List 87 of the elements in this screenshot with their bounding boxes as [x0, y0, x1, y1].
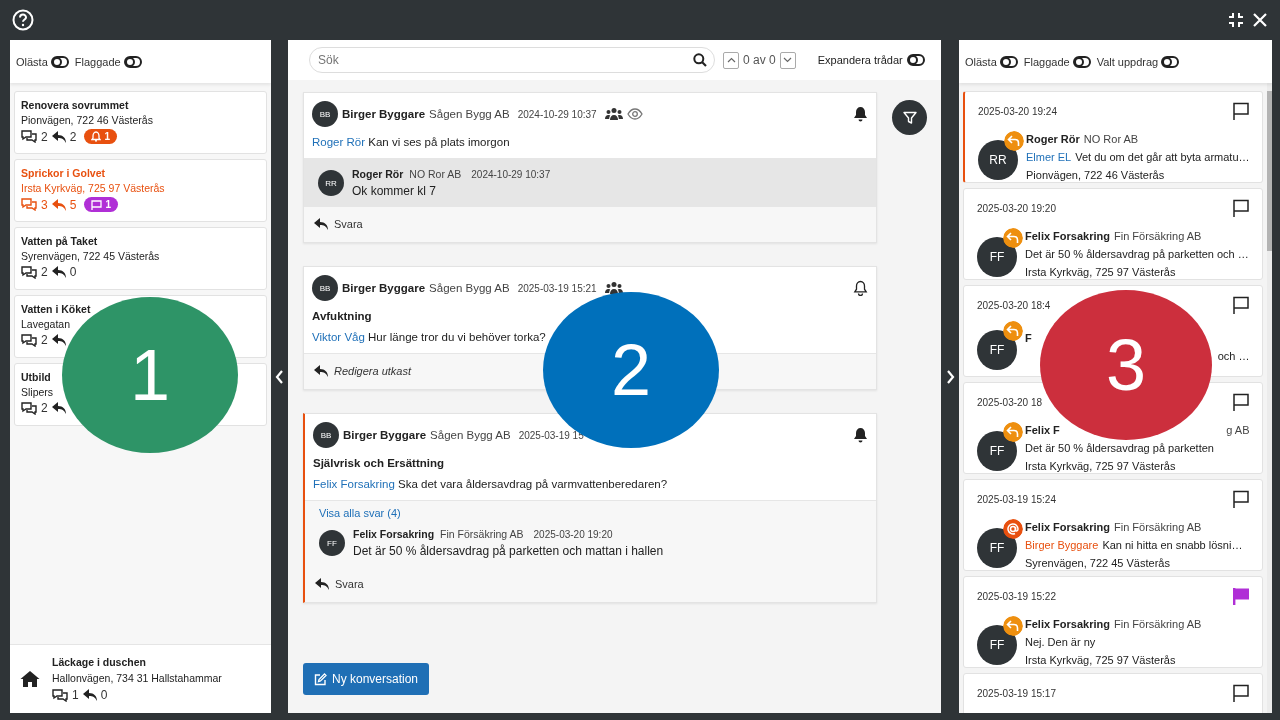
- company-name: Fin Försäkring AB: [1114, 229, 1202, 244]
- thread-subject: Avfuktning: [312, 310, 373, 322]
- reply-count: 5: [69, 197, 77, 212]
- company-name: Fin Försäkring AB: [1114, 617, 1202, 632]
- author-name: Felix Forsakring: [353, 528, 435, 540]
- timestamp: 2025-03-20 18: [977, 396, 1043, 408]
- company-name: Fin Försäkring AB: [1114, 520, 1202, 535]
- timestamp: 2025-03-20 19:20: [533, 529, 613, 540]
- avatar: RR: [318, 170, 344, 196]
- author-name: Felix Forsakring: [1025, 229, 1110, 244]
- case-address: Irsta Kyrkväg, 725 97 Västerås: [1025, 265, 1177, 280]
- filter-label: Expandera trådar: [817, 54, 903, 66]
- author-name: Felix Forsakring: [1025, 617, 1110, 632]
- case-title: Läckage i duschen: [52, 656, 147, 668]
- author-name: Birger Byggare: [342, 108, 426, 120]
- message-text: Nej. Den är ny: [1025, 635, 1096, 650]
- company-name: NO Ror AB: [1083, 132, 1139, 147]
- case-address: Pionvägen, 722 46 Västerås: [21, 114, 154, 126]
- message-text: och …: [1217, 349, 1250, 364]
- filter-label: Flaggade: [1023, 55, 1070, 68]
- timestamp: 2024-10-29 10:37: [471, 169, 551, 180]
- case-title: Renovera sovrummet: [21, 99, 130, 111]
- reply-count: 2: [69, 129, 77, 144]
- timestamp: 2025-03-19 15:22: [977, 590, 1056, 602]
- comment-count: 2: [41, 401, 48, 415]
- case-address: Irsta Kyrkväg, 725 97 Västerås: [21, 182, 166, 194]
- company-name: g AB: [1226, 423, 1250, 438]
- comment-count: 3: [41, 197, 48, 212]
- avatar: BB: [312, 101, 338, 127]
- avatar: FF: [977, 431, 1017, 471]
- company-name: NO Ror AB: [409, 168, 462, 180]
- case-address: Syrenvägen, 722 45 Västerås: [1025, 556, 1171, 571]
- reply-text: Ok kommer kl 7: [352, 184, 437, 198]
- filter-label: Olästa: [965, 55, 997, 68]
- message-text: Det är 50 % åldersavdrag på parketten och …: [1025, 247, 1249, 262]
- timestamp: 2025-03-19 15:24: [977, 493, 1056, 505]
- case-address: Hallonvägen, 734 31 Hallstahammar: [52, 672, 222, 684]
- timestamp: 2025-03-20 19:24: [978, 105, 1057, 117]
- company-name: Sågen Bygg AB: [430, 429, 511, 441]
- avatar: FF: [977, 625, 1017, 665]
- reply-count: 0: [69, 265, 77, 279]
- timestamp: 2025-03-19 15:17: [977, 687, 1056, 699]
- message-text: Det är 50 % åldersavdrag på parketten: [1025, 441, 1214, 456]
- message-text: Felix Forsakring Ska det vara åldersavdrag på varmvattenberedaren?: [313, 478, 669, 490]
- case-title: Vatten på Taket: [21, 235, 99, 247]
- reply-count: 0: [100, 688, 108, 702]
- author-name: Felix Forsakring: [1025, 520, 1110, 535]
- message-text: Roger Rör Kan vi ses på plats imorgon: [312, 136, 511, 148]
- message-text: Vet du om det går att byta armatu…: [1075, 150, 1250, 165]
- thread-subject: Självrisk och Ersättning: [313, 457, 445, 469]
- avatar: FF: [977, 330, 1017, 370]
- comment-count: 1: [72, 688, 79, 702]
- timestamp: 2025-03-19 15:21: [517, 282, 597, 294]
- avatar: FF: [977, 237, 1017, 277]
- comment-count: 2: [41, 265, 48, 279]
- filter-label: Flaggade: [74, 55, 121, 68]
- case-title: Sprickor i Golvet: [21, 167, 107, 179]
- message-text: Kan ni hitta en snabb lösni…: [1102, 538, 1243, 553]
- badge-count: 1: [105, 199, 111, 210]
- avatar: BB: [313, 422, 339, 448]
- timestamp: 2025-03-20 19:20: [977, 202, 1056, 214]
- case-address: Slipers: [21, 386, 55, 398]
- avatar: FF: [319, 530, 345, 556]
- reply-text: Det är 50 % åldersavdrag på parketten och mattan i hallen: [353, 544, 664, 558]
- avatar: RR: [978, 140, 1018, 180]
- timestamp: 2024-10-29 10:37: [517, 108, 597, 120]
- author-name: Roger Rör: [352, 168, 404, 180]
- case-address: Syrenvägen, 722 45 Västerås: [21, 250, 161, 262]
- case-address: Irsta Kyrkväg, 725 97 Västerås: [1025, 459, 1177, 474]
- match-count: 0 av 0: [743, 53, 776, 67]
- case-address: Irsta Kyrkväg, 725 97 Västerås: [1025, 653, 1177, 668]
- comment-count: 2: [41, 333, 48, 347]
- author-name: Roger Rör: [1026, 132, 1080, 147]
- avatar: BB: [312, 275, 338, 301]
- company-name: Sågen Bygg AB: [429, 108, 510, 120]
- author-name: Birger Byggare: [342, 282, 426, 294]
- case-address: Pionvägen, 722 46 Västerås: [1026, 168, 1166, 183]
- filter-label: Olästa: [16, 55, 48, 68]
- filter-label: Valt uppdrag: [1096, 55, 1159, 68]
- company-name: Fin Försäkring AB: [440, 528, 524, 540]
- avatar: FF: [977, 528, 1017, 568]
- author-name: F: [1025, 331, 1032, 346]
- comment-count: 2: [41, 129, 48, 144]
- company-name: Sågen Bygg AB: [429, 282, 510, 294]
- badge-count: 1: [104, 131, 110, 142]
- author-name: Birger Byggare: [343, 429, 427, 441]
- case-title: Utbild: [21, 371, 52, 383]
